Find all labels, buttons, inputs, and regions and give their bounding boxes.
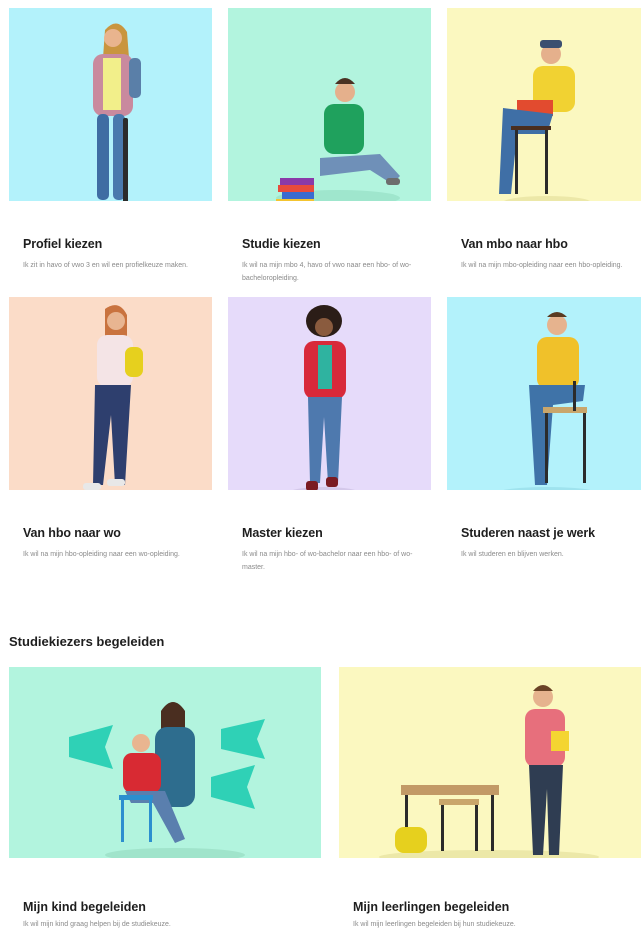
card-van-mbo-naar-hbo[interactable]: Van mbo naar hbo Ik wil na mijn mbo-ople… <box>447 8 641 291</box>
card-title: Studie kiezen <box>242 237 321 251</box>
parent-and-child-illustration <box>69 702 265 858</box>
card-photo <box>9 8 212 201</box>
walking-person-with-bag-illustration <box>83 305 143 490</box>
card-description: Ik wil studeren en blijven werken. <box>461 551 564 558</box>
card-photo <box>447 8 641 201</box>
card-studie-kiezen[interactable]: Studie kiezen Ik wil na mijn mbo 4, havo… <box>228 8 431 291</box>
card-description: Ik zit in havo of vwo 3 en wil een profi… <box>23 262 188 269</box>
card-studeren-naast-je-werk[interactable]: Studeren naast je werk Ik wil studeren e… <box>447 297 641 580</box>
choice-card-grid: Profiel kiezen Ik zit in havo of vwo 3 e… <box>9 8 641 580</box>
guidance-card-grid: Mijn kind begeleiden Ik wil mijn kind gr… <box>9 667 641 928</box>
section-title: Studiekiezers begeleiden <box>9 634 165 649</box>
card-master-kiezen[interactable]: Master kiezen Ik wil na mijn hbo- of wo-… <box>228 297 431 580</box>
card-profiel-kiezen[interactable]: Profiel kiezen Ik zit in havo of vwo 3 e… <box>9 8 212 291</box>
card-description: Ik wil mijn leerlingen begeleiden bij hu… <box>353 921 516 928</box>
card-mijn-leerlingen-begeleiden[interactable]: Mijn leerlingen begeleiden Ik wil mijn l… <box>339 667 641 928</box>
teacher-with-school-desk-illustration <box>379 685 599 858</box>
person-on-stool-reading-illustration <box>499 40 591 201</box>
card-title: Master kiezen <box>242 526 323 540</box>
card-photo <box>339 667 641 858</box>
card-title: Van mbo naar hbo <box>461 237 568 251</box>
card-description: Ik wil mijn kind graag helpen bij de stu… <box>23 921 171 928</box>
card-photo <box>228 8 431 201</box>
card-description: Ik wil na mijn mbo 4, havo of vwo naar e… <box>242 262 412 282</box>
person-on-chair-illustration <box>503 312 591 490</box>
card-description: Ik wil na mijn hbo-opleiding naar een wo… <box>23 551 180 558</box>
card-photo <box>447 297 641 490</box>
card-title: Studeren naast je werk <box>461 526 595 540</box>
card-mijn-kind-begeleiden[interactable]: Mijn kind begeleiden Ik wil mijn kind gr… <box>9 667 321 928</box>
card-photo <box>228 297 431 490</box>
person-with-skateboard-illustration <box>93 23 141 201</box>
card-description: Ik wil na mijn hbo- of wo-bachelor naar … <box>242 551 413 571</box>
card-description: Ik wil na mijn mbo-opleiding naar een hb… <box>461 262 623 269</box>
card-title: Mijn leerlingen begeleiden <box>353 900 510 914</box>
card-title: Mijn kind begeleiden <box>23 900 146 914</box>
seated-person-with-books-illustration <box>276 78 400 201</box>
card-title: Van hbo naar wo <box>23 526 121 540</box>
card-title: Profiel kiezen <box>23 237 103 251</box>
card-van-hbo-naar-wo[interactable]: Van hbo naar wo Ik wil na mijn hbo-oplei… <box>9 297 212 580</box>
card-photo <box>9 297 212 490</box>
standing-person-red-jacket-illustration <box>292 305 356 490</box>
card-photo <box>9 667 321 858</box>
